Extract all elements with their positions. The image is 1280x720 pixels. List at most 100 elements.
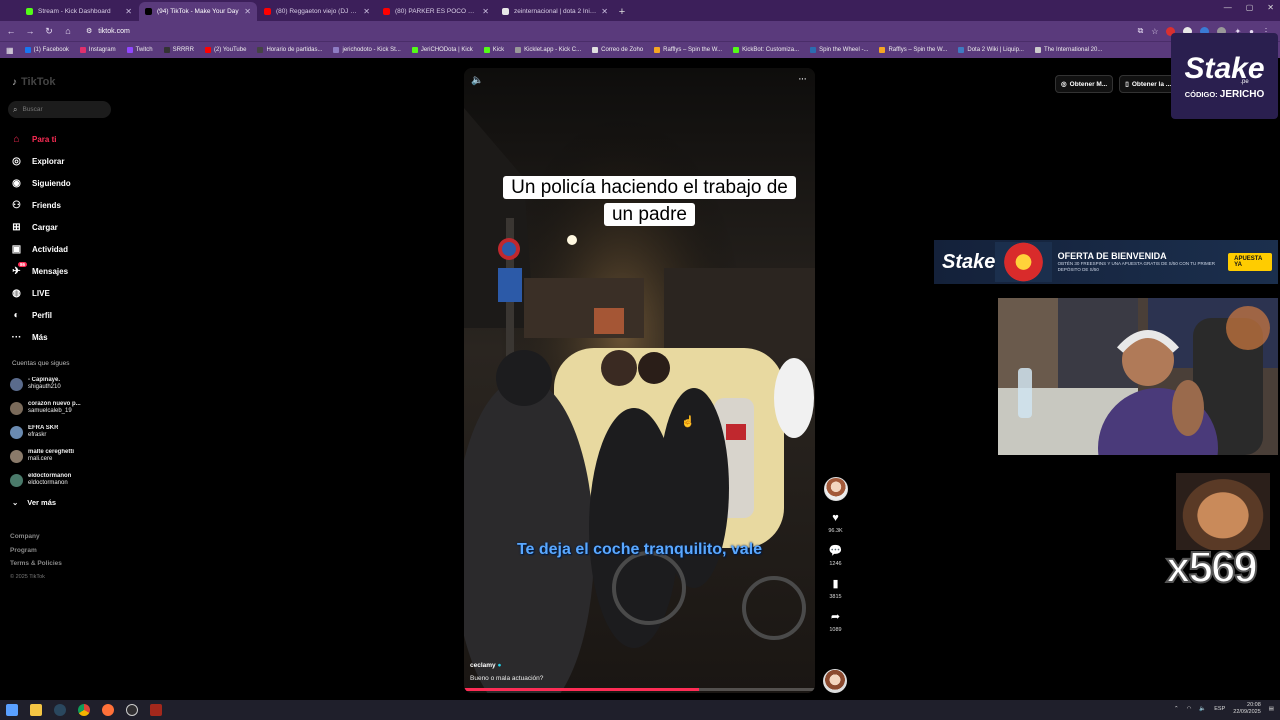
bookmark-item[interactable]: jerichodoto - Kick St... [333,47,401,53]
home-browser-icon[interactable]: ⌂ [63,26,73,36]
nav-item-friends[interactable]: ⚇ Friends [10,194,115,216]
tab-title: Stream - Kick Dashboard [38,8,111,15]
nav-item-para-ti[interactable]: ⌂ Para ti [10,128,115,150]
nav-item-siguiendo[interactable]: ◉ Siguiendo [10,172,115,194]
tab-close-icon[interactable]: ✕ [363,7,370,16]
like-button[interactable]: ♥ 96.3K [822,511,849,534]
nav-item-cargar[interactable]: ⊞ Cargar [10,216,115,238]
browser-tab[interactable]: Stream - Kick Dashboard ✕ [20,2,138,21]
language-indicator[interactable]: ESP [1214,706,1225,712]
get-app-button[interactable]: ▯ Obtener la ... [1119,75,1178,93]
bookmark-item[interactable]: (2) YouTube [204,47,246,53]
stake-brand: Stake [1184,51,1265,85]
footer-program-link[interactable]: Program [10,544,62,558]
tray-chevron-icon[interactable]: ⌃ [1174,706,1179,712]
chrome-icon[interactable] [78,704,90,716]
browser-tab[interactable]: (94) TikTok - Make Your Day ✕ [139,2,257,21]
banner-brand: Stake [942,250,996,273]
copyright: © 2025 TikTok [10,573,45,580]
creator-avatar[interactable] [823,477,848,501]
apps-grid-icon[interactable]: ▦ [6,46,14,55]
see-more-button[interactable]: ⌄ Ver más [12,498,56,507]
windows-start-icon[interactable] [6,704,18,716]
dota-icon[interactable] [150,704,162,716]
video-frame [464,68,815,693]
file-explorer-icon[interactable] [30,704,42,716]
followed-account[interactable]: corazón nuevo p... samuelcaleb_19 [10,396,118,420]
bookmark-item[interactable]: Kicklet.app - Kick C... [515,47,581,53]
browser-tab[interactable]: (80) PARKER ES POCO PROFESI... ✕ [377,2,495,21]
followed-account[interactable]: malte cereghetti mali.cere [10,444,118,468]
bookmark-item[interactable]: Twitch [126,47,153,53]
share-button[interactable]: ➦ 1089 [822,610,849,633]
bookmark-label: Twitch [135,47,153,53]
get-coins-button[interactable]: ◎ Obtener M... [1055,75,1114,93]
steam-icon[interactable] [54,704,66,716]
browser-tab[interactable]: zeinternacional | dota 2 Inicio ✕ [496,2,614,21]
notifications-icon[interactable]: ▤ [1269,706,1274,712]
bookmark-item[interactable]: Spin the Wheel -... [810,47,868,53]
search-input[interactable]: ⌕ Buscar [8,101,111,118]
bookmark-item[interactable]: Correo de Zoho [592,47,643,53]
maximize-icon[interactable]: ▢ [1246,3,1254,12]
bookmark-item[interactable]: Kick [483,47,504,53]
nav-item-perfil[interactable]: ◐ Perfil [10,304,115,326]
bookmark-item[interactable]: KickBot: Customiza... [733,47,799,53]
following-list: - Capinaye. ᅠ shigauth210 corazón nuevo p.… [10,372,118,492]
video-author[interactable]: ceclamy ● [470,662,501,669]
tab-close-icon[interactable]: ✕ [601,7,608,16]
bookmark-item[interactable]: Rafflys – Spin the W... [654,47,722,53]
bookmarks-bar: ▦ (1) Facebook Instagram Twitch SRRRR (2) Yo… [0,41,1280,58]
nav-item-explorar[interactable]: ◎ Explorar [10,150,115,172]
video-progress-bar[interactable] [464,688,815,691]
sound-avatar[interactable] [823,669,847,693]
nav-item-actividad[interactable]: ▣ Actividad [10,238,115,260]
bookmark-item[interactable]: SRRRR [163,47,194,53]
save-button[interactable]: ▮ 3815 [822,577,849,600]
install-icon[interactable]: ⧉ [1138,26,1144,36]
tab-close-icon[interactable]: ✕ [125,7,132,16]
bookmark-favicon-icon [24,47,31,53]
minimize-icon[interactable]: — [1224,3,1232,12]
browser-tab[interactable]: (80) Reggaeton viejo (DJ Nina... ✕ [258,2,376,21]
footer-terms-link[interactable]: Terms & Policies [10,557,62,571]
banner-title: OFERTA DE BIENVENIDA [1057,251,1167,261]
bookmark-item[interactable]: JeriCHODota | Kick [411,47,473,53]
stake-banner: Stake OFERTA DE BIENVENIDA OBTÉN 30 FREE… [934,240,1278,284]
tab-close-icon[interactable]: ✕ [482,7,489,16]
tab-close-icon[interactable]: ✕ [244,7,251,16]
bookmark-label: Correo de Zoho [601,47,644,53]
comment-count: 1246 [829,561,842,567]
footer-company-link[interactable]: Company [10,530,62,544]
reload-icon[interactable]: ↻ [44,26,54,37]
site-info-icon[interactable]: ⚙ [86,27,92,35]
bookmark-item[interactable]: Horario de partidas... [257,47,322,53]
followed-account[interactable]: EFRA SKR efraskr [10,420,118,444]
back-icon[interactable]: ← [6,26,16,36]
address-bar[interactable]: ⚙ tiktok.com [82,23,1129,39]
bookmark-item[interactable]: Dota 2 Wiki | Liquip... [958,47,1024,53]
clock[interactable]: 20:08 22/09/2025 [1233,702,1261,716]
nav-item-mensajes[interactable]: ✈ Mensajes 86 [10,260,115,282]
tray-wifi-icon[interactable]: ◠ [1187,706,1192,712]
followed-account[interactable]: eldoctormanon eldoctormanon [10,468,118,492]
tray-volume-icon[interactable]: 🔈 [1199,706,1206,712]
nav-item-live[interactable]: ◍ LIVE [10,282,115,304]
new-tab-button[interactable]: + [615,5,629,19]
obs-icon[interactable] [126,704,138,716]
followed-account[interactable]: - Capinaye. ᅠ shigauth210 [10,372,118,396]
comment-button[interactable]: 💬 1246 [822,544,849,567]
bookmark-star-icon[interactable]: ☆ [1151,27,1158,36]
video-more-icon[interactable]: ··· [798,73,807,85]
bookmark-item[interactable]: (1) Facebook [24,47,69,53]
volume-icon[interactable]: 🔈 [471,75,483,86]
nav-item-m-s[interactable]: ··· Más [10,326,115,348]
bookmark-item[interactable]: Rafflys – Spin the W... [879,47,947,53]
close-window-icon[interactable]: ✕ [1267,3,1274,12]
bookmark-item[interactable]: The International 20... [1034,47,1102,53]
forward-icon[interactable]: → [25,26,35,36]
tiktok-logo[interactable]: ♪ TikTok [12,76,55,88]
video-player[interactable]: 🔈 ··· Un policía haciendo el trabajo de … [464,68,815,693]
firefox-icon[interactable] [102,704,114,716]
bookmark-item[interactable]: Instagram [79,47,116,53]
